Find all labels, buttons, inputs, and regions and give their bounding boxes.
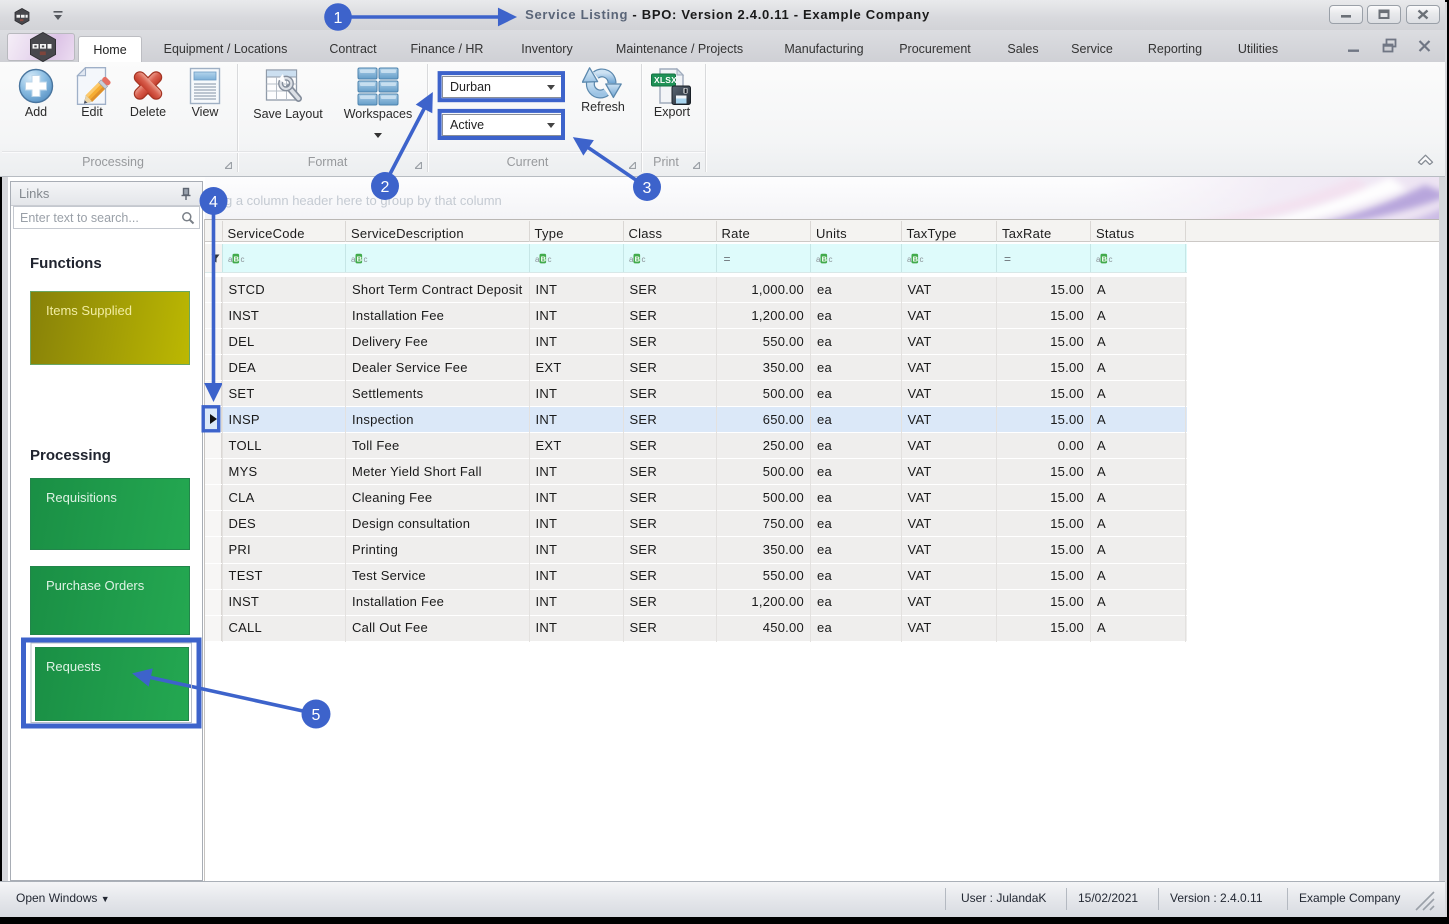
svg-text:a: a [816,255,821,264]
svg-text:B: B [1102,254,1108,263]
svg-text:a: a [907,255,912,264]
svg-text:XLSX: XLSX [654,75,677,85]
svg-text:B: B [634,254,640,263]
svg-text:a: a [535,255,540,264]
svg-text:B: B [822,254,828,263]
svg-text:B: B [912,254,918,263]
svg-text:a: a [351,255,356,264]
svg-text:a: a [1096,255,1101,264]
svg-text:c: c [1109,255,1113,264]
svg-text:c: c [547,255,551,264]
svg-text:B: B [357,254,363,263]
svg-text:B: B [233,254,239,263]
svg-text:c: c [919,255,923,264]
svg-text:a: a [228,255,233,264]
svg-text:c: c [364,255,368,264]
svg-text:c: c [641,255,645,264]
svg-text:c: c [829,255,833,264]
svg-text:c: c [240,255,244,264]
svg-text:B: B [540,254,546,263]
svg-text:a: a [629,255,634,264]
